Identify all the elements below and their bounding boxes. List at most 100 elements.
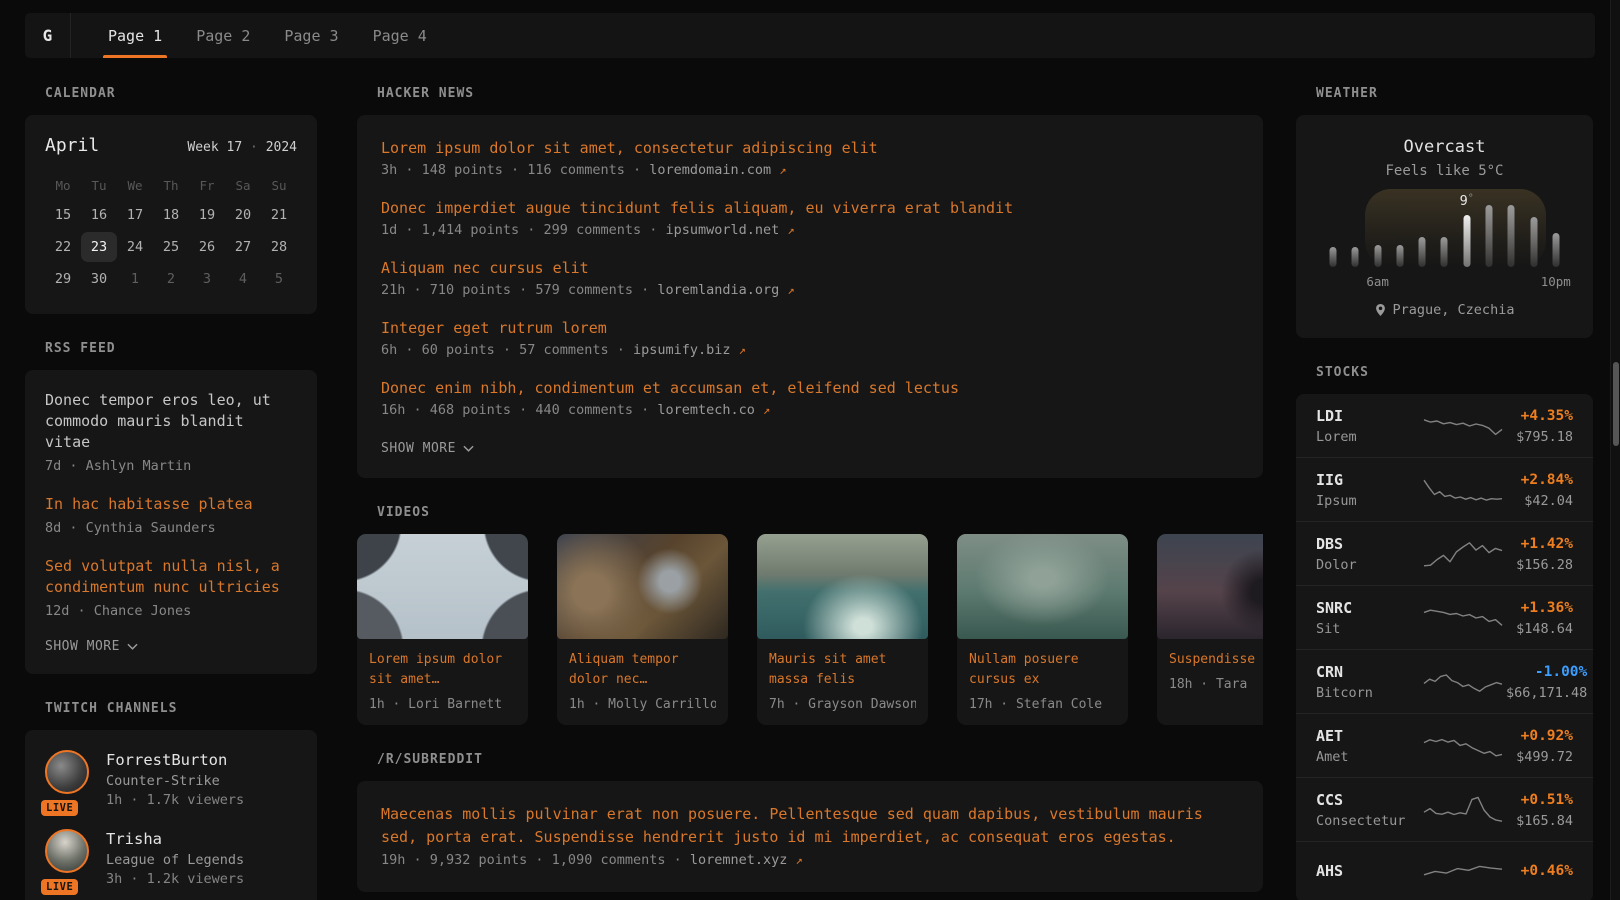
channel-info: TrishaLeague of Legends3h · 1.2k viewers xyxy=(106,829,244,887)
video-card[interactable]: Mauris sit amet massa felis7h · Grayson … xyxy=(757,534,928,725)
stock-row[interactable]: CRNBitcorn-1.00%$66,171.48 xyxy=(1296,649,1593,713)
avatar xyxy=(45,750,89,794)
rss-card: Donec tempor eros leo, ut commodo mauris… xyxy=(25,370,317,674)
video-card-body: Aliquam tempor dolor nec pharetra…1h · M… xyxy=(557,639,728,725)
tab-page-3[interactable]: Page 3 xyxy=(271,13,351,58)
weather-bar-fill xyxy=(1530,217,1537,267)
news-item-domain-link[interactable]: loremlandia.org xyxy=(657,282,779,298)
twitch-channel-row[interactable]: LIVE TrishaLeague of Legends3h · 1.2k vie… xyxy=(45,829,297,887)
weather-condition: Overcast xyxy=(1322,137,1567,157)
tab-page-2[interactable]: Page 2 xyxy=(183,13,263,58)
tab-page-1[interactable]: Page 1 xyxy=(95,13,175,58)
header: G Page 1Page 2Page 3Page 4 xyxy=(25,13,1595,58)
weather-bar-fill xyxy=(1441,237,1448,267)
news-item-domain-link[interactable]: loremnet.xyz xyxy=(690,852,788,868)
degree-sign: ° xyxy=(1468,193,1474,204)
hackernews-card: Lorem ipsum dolor sit amet, consectetur … xyxy=(357,115,1263,478)
stock-sparkline xyxy=(1420,664,1506,700)
weather-card: Overcast Feels like 5°C 6am9°10pm Prague… xyxy=(1296,115,1593,338)
chevron-down-icon xyxy=(127,643,138,650)
tab-page-4[interactable]: Page 4 xyxy=(360,13,440,58)
stock-sparkline xyxy=(1420,792,1506,828)
video-card[interactable]: Nullam posuere cursus ex17h · Stefan Col… xyxy=(957,534,1128,725)
calendar-day: 20 xyxy=(225,200,261,230)
stock-change: +1.42% xyxy=(1506,534,1573,554)
video-meta: 1h · Molly Carrillo xyxy=(569,697,716,712)
calendar-day: 21 xyxy=(261,200,297,230)
video-thumbnail xyxy=(357,534,528,639)
current-temp-value: 9 xyxy=(1460,193,1468,209)
stock-name: Sit xyxy=(1316,621,1420,637)
weather-bar xyxy=(1478,195,1500,289)
app-logo[interactable]: G xyxy=(25,13,71,58)
video-card[interactable]: Lorem ipsum dolor sit amet consectetu…1h… xyxy=(357,534,528,725)
stock-row[interactable]: AHS +0.46% xyxy=(1296,841,1593,900)
live-badge: LIVE xyxy=(41,800,78,816)
scrollbar-thumb[interactable] xyxy=(1613,362,1619,446)
stock-values: +4.35%$795.18 xyxy=(1506,406,1573,445)
calendar-card: April Week 17 · 2024 MoTuWeThFrSaSu15161… xyxy=(25,115,317,314)
stock-symbol: AHS xyxy=(1316,861,1420,881)
subreddit-widget: /R/SUBREDDIT Maecenas mollis pulvinar er… xyxy=(357,752,1263,892)
stock-row[interactable]: LDILorem+4.35%$795.18 xyxy=(1296,394,1593,457)
calendar-week-label: Week 17 · 2024 xyxy=(187,140,297,155)
weather-widget: WEATHER Overcast Feels like 5°C 6am9°10p… xyxy=(1296,86,1593,338)
hackernews-show-more-button[interactable]: SHOW MORE xyxy=(381,441,474,456)
stock-symbol: IIG xyxy=(1316,470,1420,490)
channel-info: ForrestBurtonCounter-Strike1h · 1.7k vie… xyxy=(106,750,244,808)
weather-bar xyxy=(1500,195,1522,289)
stock-row[interactable]: DBSDolor+1.42%$156.28 xyxy=(1296,521,1593,585)
stock-name: Amet xyxy=(1316,749,1420,765)
rss-item-title[interactable]: In hac habitasse platea xyxy=(45,494,297,515)
stock-row[interactable]: CCSConsectetur+0.51%$165.84 xyxy=(1296,777,1593,841)
channel-name[interactable]: ForrestBurton xyxy=(106,750,244,770)
video-title: Suspendisse diam xyxy=(1169,650,1263,670)
stock-row[interactable]: IIGIpsum+2.84%$42.04 xyxy=(1296,457,1593,521)
news-item-domain-link[interactable]: loremdomain.com xyxy=(649,162,771,178)
weather-bar-fill xyxy=(1463,215,1470,267)
live-badge: LIVE xyxy=(41,879,78,895)
rss-item: Donec tempor eros leo, ut commodo mauris… xyxy=(45,390,297,476)
weather-feels-like: Feels like 5°C xyxy=(1322,163,1567,179)
calendar-section-title: CALENDAR xyxy=(45,86,317,101)
news-item-domain-link[interactable]: ipsumworld.net xyxy=(665,222,779,238)
stock-row[interactable]: AETAmet+0.92%$499.72 xyxy=(1296,713,1593,777)
news-item-meta: 16h · 468 points · 440 comments · loremt… xyxy=(381,401,1239,420)
news-item-title[interactable]: Donec imperdiet augue tincidunt felis al… xyxy=(381,197,1239,219)
news-item-title[interactable]: Maecenas mollis pulvinar erat non posuer… xyxy=(381,803,1239,849)
stock-sparkline xyxy=(1420,854,1506,890)
video-card[interactable]: Aliquam tempor dolor nec pharetra…1h · M… xyxy=(557,534,728,725)
news-item-title[interactable]: Lorem ipsum dolor sit amet, consectetur … xyxy=(381,137,1239,159)
stock-symbol: AET xyxy=(1316,726,1420,746)
stock-change: +0.46% xyxy=(1506,861,1573,881)
middle-column: HACKER NEWS Lorem ipsum dolor sit amet, … xyxy=(357,86,1263,900)
rss-item-title[interactable]: Donec tempor eros leo, ut commodo mauris… xyxy=(45,390,297,453)
stocks-widget: STOCKS LDILorem+4.35%$795.18IIGIpsum+2.8… xyxy=(1296,365,1593,900)
channel-name[interactable]: Trisha xyxy=(106,829,244,849)
news-item-domain-link[interactable]: loremtech.co xyxy=(657,402,755,418)
stock-price: $156.28 xyxy=(1506,557,1573,573)
news-item-meta-text: 19h · 9,932 points · 1,090 comments · xyxy=(381,852,690,868)
rss-item-title[interactable]: Sed volutpat nulla nisl, a condimentum n… xyxy=(45,556,297,598)
news-item-title[interactable]: Donec enim nibh, condimentum et accumsan… xyxy=(381,377,1239,399)
stock-price: $165.84 xyxy=(1506,813,1573,829)
rss-show-more-button[interactable]: SHOW MORE xyxy=(45,639,138,654)
calendar-weekday: Th xyxy=(153,172,189,198)
weather-bar: 6am xyxy=(1367,195,1389,289)
news-item-title[interactable]: Integer eget rutrum lorem xyxy=(381,317,1239,339)
avatar-wrap: LIVE xyxy=(45,829,91,887)
news-item-title[interactable]: Aliquam nec cursus elit xyxy=(381,257,1239,279)
weather-bar-fill xyxy=(1552,233,1559,267)
stock-sparkline xyxy=(1420,536,1506,572)
calendar-day: 25 xyxy=(153,232,189,262)
channel-game: Counter-Strike xyxy=(106,773,244,789)
stock-change: +0.92% xyxy=(1506,726,1573,746)
news-item-domain-link[interactable]: ipsumify.biz xyxy=(633,342,731,358)
stock-name: Consectetur xyxy=(1316,813,1420,829)
calendar-day: 27 xyxy=(225,232,261,262)
avatar xyxy=(45,829,89,873)
stock-row[interactable]: SNRCSit+1.36%$148.64 xyxy=(1296,585,1593,649)
twitch-channel-row[interactable]: LIVEForrestBurtonCounter-Strike1h · 1.7k… xyxy=(45,750,297,808)
video-card[interactable]: Suspendisse diam18h · Tara xyxy=(1157,534,1263,725)
weather-bar-fill xyxy=(1419,237,1426,267)
